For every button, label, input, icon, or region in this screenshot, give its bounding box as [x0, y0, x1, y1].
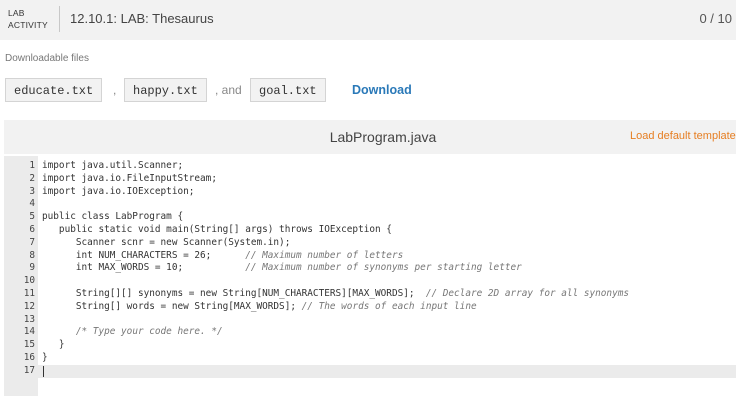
code-text: import java.io.FileInputStream;: [42, 173, 217, 186]
code-text: public class LabProgram {: [42, 211, 183, 224]
code-line[interactable]: 16}: [4, 352, 736, 365]
line-number: 4: [29, 198, 35, 210]
code-statement: int NUM_CHARACTERS = 26;: [42, 249, 246, 261]
code-text: int NUM_CHARACTERS = 26; // Maximum numb…: [42, 250, 403, 263]
load-default-template-link[interactable]: Load default template...: [630, 130, 736, 142]
code-line[interactable]: 14 /* Type your code here. */: [4, 326, 736, 339]
text-cursor: [43, 365, 44, 377]
code-line[interactable]: 6 public static void main(String[] args)…: [4, 224, 736, 237]
editor-filename: LabProgram.java: [329, 129, 437, 145]
code-text: String[] words = new String[MAX_WORDS]; …: [42, 301, 477, 314]
code-line[interactable]: 9 int MAX_WORDS = 10; // Maximum number …: [4, 262, 736, 275]
code-statement: import java.util.Scanner;: [42, 160, 184, 171]
code-statement: public class LabProgram {: [42, 211, 184, 223]
file-educate-button[interactable]: educate.txt: [5, 78, 103, 102]
line-number: 2: [29, 172, 35, 184]
code-text: public static void main(String[] args) t…: [42, 224, 392, 237]
line-number: 8: [29, 249, 35, 261]
code-text: import java.io.IOException;: [42, 186, 194, 199]
line-number: 14: [23, 326, 35, 338]
file-happy-button[interactable]: happy.txt: [124, 78, 207, 102]
code-line[interactable]: 10: [4, 275, 736, 288]
code-line[interactable]: 12 String[] words = new String[MAX_WORDS…: [4, 301, 736, 314]
code-text: import java.util.Scanner;: [42, 160, 183, 173]
code-line[interactable]: 8 int NUM_CHARACTERS = 26; // Maximum nu…: [4, 250, 736, 263]
line-number: 1: [29, 160, 35, 171]
code-text: }: [42, 339, 65, 352]
lab-activity-badge: LAB ACTIVITY: [8, 7, 52, 31]
code-text: }: [42, 352, 48, 365]
code-statement: }: [42, 339, 65, 351]
code-comment: // Maximum number of letters: [245, 249, 404, 261]
download-link[interactable]: Download: [352, 83, 412, 97]
code-statement: import java.io.FileInputStream;: [42, 172, 217, 184]
code-line[interactable]: 3 import java.io.IOException;: [4, 186, 736, 199]
downloadable-files-label: Downloadable files: [5, 53, 89, 64]
badge-line-activity: ACTIVITY: [8, 20, 48, 30]
code-statement: public static void main(String[] args) t…: [42, 223, 392, 235]
header-divider: [59, 6, 60, 32]
code-comment: // Declare 2D array for all synonyms: [425, 287, 630, 299]
code-text: Scanner scnr = new Scanner(System.in);: [42, 236, 291, 250]
code-statement: String[] words = new String[MAX_WORDS];: [42, 300, 302, 312]
line-number: 9: [29, 262, 35, 274]
code-lines[interactable]: 1 import java.util.Scanner; 2 import java.i…: [4, 160, 736, 378]
badge-line-lab: LAB: [8, 8, 25, 18]
code-statement: String[][] synonyms = new String[NUM_CHA…: [42, 287, 426, 299]
line-number: 10: [23, 275, 35, 287]
line-number: 7: [29, 236, 35, 248]
code-line[interactable]: 7 Scanner scnr = new Scanner(System.in);: [4, 237, 736, 250]
line-number: 17: [23, 364, 35, 376]
file-separator-and: , and: [215, 83, 242, 97]
line-number: 11: [23, 287, 35, 299]
code-comment: // Maximum number of synonyms per starti…: [245, 262, 522, 274]
code-text: String[][] synonyms = new String[NUM_CHA…: [42, 288, 629, 301]
line-number: 16: [23, 351, 35, 363]
code-statement: Scanner scnr = new Scanner(System.in);: [42, 236, 291, 248]
line-number: 3: [29, 185, 35, 197]
code-line[interactable]: 5 public class LabProgram {: [4, 211, 736, 224]
code-line[interactable]: 13: [4, 314, 736, 327]
code-comment: /* Type your code here. */: [75, 326, 223, 338]
code-comment: // The words of each input line: [301, 300, 477, 312]
score-display: 0 / 10: [699, 11, 732, 26]
line-number: 13: [23, 313, 35, 325]
file-separator-comma: ,: [113, 83, 117, 97]
code-statement: import java.io.IOException;: [42, 185, 195, 197]
code-line[interactable]: 1 import java.util.Scanner;: [4, 160, 736, 173]
lab-header: LAB ACTIVITY 12.10.1: LAB: Thesaurus 0 /…: [0, 0, 736, 40]
file-goal-button[interactable]: goal.txt: [250, 78, 326, 102]
code-statement: [42, 326, 76, 337]
line-number: 6: [29, 223, 35, 235]
code-text: int MAX_WORDS = 10; // Maximum number of…: [42, 262, 522, 275]
line-number: 12: [23, 300, 35, 312]
code-line[interactable]: 15 }: [4, 339, 736, 352]
code-line[interactable]: 17: [4, 364, 736, 378]
code-statement: int MAX_WORDS = 10;: [42, 262, 246, 274]
code-text: /* Type your code here. */: [42, 326, 223, 339]
code-statement: }: [42, 351, 48, 363]
line-number: 5: [29, 211, 35, 223]
code-line[interactable]: 2 import java.io.FileInputStream;: [4, 173, 736, 186]
lab-title: 12.10.1: LAB: Thesaurus: [70, 11, 214, 26]
code-line[interactable]: 4: [4, 198, 736, 211]
code-line[interactable]: 11 String[][] synonyms = new String[NUM_…: [4, 288, 736, 301]
line-number: 15: [23, 339, 35, 351]
